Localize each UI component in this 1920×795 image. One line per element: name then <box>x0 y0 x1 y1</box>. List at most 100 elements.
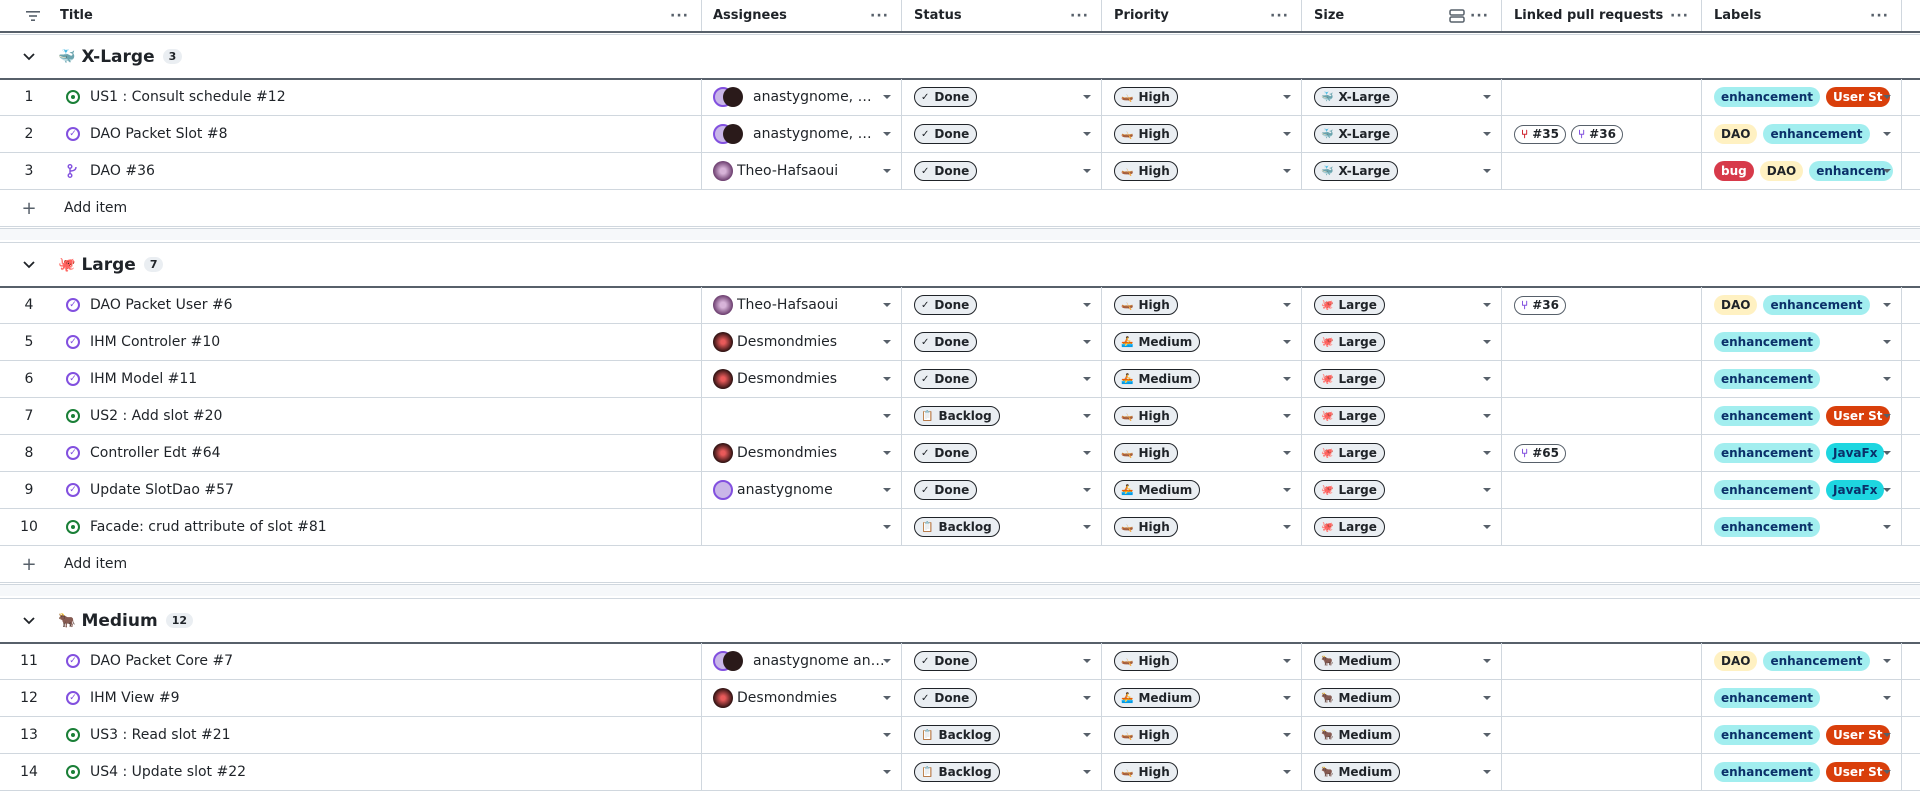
label-badge[interactable]: enhancement <box>1714 332 1821 352</box>
add-item-row[interactable]: + Add item <box>0 190 1920 227</box>
size-cell[interactable]: 🐂 Medium <box>1301 754 1501 790</box>
label-badge[interactable]: DAO <box>1714 295 1758 315</box>
chevron-down-icon[interactable] <box>1283 169 1291 173</box>
labels-cell[interactable]: DAO enhancement <box>1701 643 1901 679</box>
size-cell[interactable]: 🐙 Large <box>1301 324 1501 360</box>
chevron-down-icon[interactable] <box>883 95 891 99</box>
group-by-icon[interactable] <box>1449 9 1465 27</box>
table-row[interactable]: 11 ✓ DAO Packet Core #7 anastygnome an… ✓ Don… <box>0 643 1920 680</box>
chevron-down-icon[interactable] <box>1483 659 1491 663</box>
status-cell[interactable]: ✓ Done <box>901 116 1101 152</box>
priority-cell[interactable]: 🚣 Medium <box>1101 472 1301 508</box>
assignees-cell[interactable] <box>701 717 901 753</box>
issue-title-link[interactable]: US4 : Update slot #22 <box>90 764 246 780</box>
priority-cell[interactable]: 🛶 High <box>1101 754 1301 790</box>
table-row[interactable]: 7 US2 : Add slot #20 📋 Backlog 🛶 High 🐙 Large en… <box>0 398 1920 435</box>
priority-pill[interactable]: 🛶 High <box>1114 651 1178 671</box>
labels-cell[interactable]: enhancement <box>1701 509 1901 545</box>
label-badge[interactable]: enhancement <box>1763 124 1870 144</box>
chevron-down-icon[interactable] <box>883 169 891 173</box>
size-pill[interactable]: 🐙 Large <box>1314 443 1385 463</box>
column-header-priority[interactable]: Priority ··· <box>1101 0 1301 31</box>
chevron-down-icon[interactable] <box>883 377 891 381</box>
size-cell[interactable]: 🐙 Large <box>1301 287 1501 323</box>
chevron-down-icon[interactable] <box>883 733 891 737</box>
linked-prs-cell[interactable] <box>1501 79 1701 115</box>
status-cell[interactable]: ✓ Done <box>901 643 1101 679</box>
assignees-cell[interactable]: Desmondmies <box>701 324 901 360</box>
chevron-down-icon[interactable] <box>1883 451 1891 455</box>
priority-cell[interactable]: 🚣 Medium <box>1101 361 1301 397</box>
priority-cell[interactable]: 🛶 High <box>1101 287 1301 323</box>
issue-title-link[interactable]: IHM Model #11 <box>90 371 197 387</box>
chevron-down-icon[interactable] <box>1283 451 1291 455</box>
labels-cell[interactable]: enhancement User St <box>1701 717 1901 753</box>
label-badge[interactable]: enhancement <box>1714 762 1821 782</box>
status-pill[interactable]: 📋 Backlog <box>914 517 1000 537</box>
chevron-down-icon[interactable] <box>1883 525 1891 529</box>
chevron-down-icon[interactable] <box>1083 525 1091 529</box>
table-row[interactable]: 12 ✓ IHM View #9 Desmondmies ✓ Done 🚣 Medium 🐂 Me… <box>0 680 1920 717</box>
chevron-down-icon[interactable] <box>1083 169 1091 173</box>
priority-pill[interactable]: 🛶 High <box>1114 124 1178 144</box>
priority-pill[interactable]: 🛶 High <box>1114 517 1178 537</box>
linked-prs-cell[interactable] <box>1501 472 1701 508</box>
status-pill[interactable]: ✓ Done <box>914 688 978 708</box>
column-header-title[interactable]: Title ··· <box>58 0 701 31</box>
issue-title-link[interactable]: DAO #36 <box>90 163 155 179</box>
column-menu-icon[interactable]: ··· <box>1470 8 1489 24</box>
chevron-down-icon[interactable] <box>1483 303 1491 307</box>
chevron-down-icon[interactable] <box>1083 377 1091 381</box>
title-cell[interactable]: US1 : Consult schedule #12 <box>58 79 701 115</box>
column-header-linked-prs[interactable]: Linked pull requests ··· <box>1501 0 1701 31</box>
issue-title-link[interactable]: Facade: crud attribute of slot #81 <box>90 519 327 535</box>
labels-cell[interactable]: enhancement User St <box>1701 79 1901 115</box>
chevron-down-icon[interactable] <box>1883 340 1891 344</box>
chevron-down-icon[interactable] <box>1283 525 1291 529</box>
size-cell[interactable]: 🐂 Medium <box>1301 717 1501 753</box>
linked-prs-cell[interactable] <box>1501 361 1701 397</box>
chevron-down-icon[interactable] <box>1083 488 1091 492</box>
table-row[interactable]: 10 Facade: crud attribute of slot #81 📋 Bac… <box>0 509 1920 546</box>
status-pill[interactable]: ✓ Done <box>914 369 978 389</box>
status-cell[interactable]: ✓ Done <box>901 79 1101 115</box>
status-cell[interactable]: ✓ Done <box>901 435 1101 471</box>
chevron-down-icon[interactable] <box>1483 169 1491 173</box>
assignees-cell[interactable]: Theo-Hafsaoui <box>701 287 901 323</box>
column-header-assignees[interactable]: Assignees ··· <box>701 0 901 31</box>
collapse-chevron-icon[interactable] <box>0 260 58 269</box>
chevron-down-icon[interactable] <box>883 451 891 455</box>
status-cell[interactable]: ✓ Done <box>901 680 1101 716</box>
label-badge[interactable]: User St <box>1826 762 1890 782</box>
label-badge[interactable]: enhancement <box>1714 517 1821 537</box>
status-pill[interactable]: ✓ Done <box>914 87 978 107</box>
status-pill[interactable]: 📋 Backlog <box>914 406 1000 426</box>
assignees-cell[interactable]: anastygnome, … <box>701 116 901 152</box>
pr-link[interactable]: ⑂ #36 <box>1570 124 1623 144</box>
chevron-down-icon[interactable] <box>1883 169 1891 173</box>
title-cell[interactable]: US3 : Read slot #21 <box>58 717 701 753</box>
labels-cell[interactable]: enhancement User St <box>1701 754 1901 790</box>
table-row[interactable]: 9 ✓ Update SlotDao #57 anastygnome ✓ Done 🚣 Med… <box>0 472 1920 509</box>
size-cell[interactable]: 🐂 Medium <box>1301 680 1501 716</box>
labels-cell[interactable]: enhancement <box>1701 361 1901 397</box>
status-cell[interactable]: ✓ Done <box>901 287 1101 323</box>
labels-cell[interactable]: enhancement User St <box>1701 398 1901 434</box>
linked-prs-cell[interactable] <box>1501 509 1701 545</box>
priority-cell[interactable]: 🛶 High <box>1101 398 1301 434</box>
title-cell[interactable]: ✓ IHM View #9 <box>58 680 701 716</box>
status-pill[interactable]: ✓ Done <box>914 480 978 500</box>
chevron-down-icon[interactable] <box>1883 303 1891 307</box>
linked-prs-cell[interactable] <box>1501 324 1701 360</box>
chevron-down-icon[interactable] <box>1483 132 1491 136</box>
chevron-down-icon[interactable] <box>1483 414 1491 418</box>
plus-icon[interactable]: + <box>0 554 58 575</box>
status-cell[interactable]: 📋 Backlog <box>901 717 1101 753</box>
label-badge[interactable]: User St <box>1826 87 1890 107</box>
chevron-down-icon[interactable] <box>1283 377 1291 381</box>
chevron-down-icon[interactable] <box>1283 340 1291 344</box>
chevron-down-icon[interactable] <box>1283 696 1291 700</box>
chevron-down-icon[interactable] <box>883 303 891 307</box>
chevron-down-icon[interactable] <box>1083 340 1091 344</box>
assignees-cell[interactable]: Theo-Hafsaoui <box>701 153 901 189</box>
